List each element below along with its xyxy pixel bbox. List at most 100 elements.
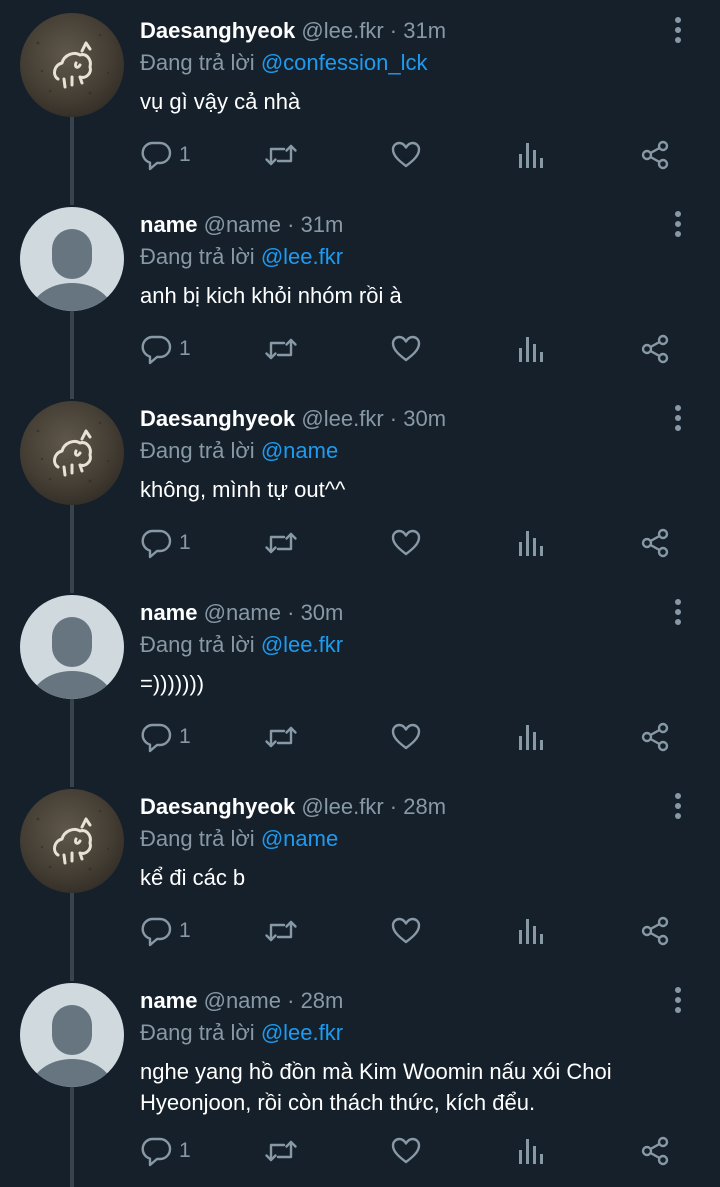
share-button[interactable]: [638, 329, 672, 369]
reply-count: 1: [179, 725, 191, 748]
mention-link[interactable]: @lee.fkr: [261, 1020, 343, 1045]
like-button[interactable]: [389, 329, 423, 369]
sketch-avatar[interactable]: [20, 401, 124, 505]
reply-button[interactable]: 1: [140, 329, 191, 369]
retweet-button[interactable]: [263, 911, 299, 951]
like-icon: [389, 526, 423, 560]
views-button[interactable]: [514, 329, 548, 369]
share-icon: [638, 720, 672, 754]
mention-link[interactable]: @lee.fkr: [261, 632, 343, 657]
reply-icon: [140, 526, 174, 560]
share-button[interactable]: [638, 135, 672, 175]
conversation-thread: Daesanghyeok @lee.fkr · 31m Đang trả lời…: [0, 0, 720, 1187]
sketch-avatar[interactable]: [20, 13, 124, 117]
tweet-text: kể đi các b: [140, 865, 246, 890]
tweet[interactable]: Daesanghyeok @lee.fkr · 31m Đang trả lời…: [0, 3, 720, 205]
mention-link[interactable]: @lee.fkr: [261, 244, 343, 269]
retweet-button[interactable]: [263, 1131, 299, 1171]
share-button[interactable]: [638, 523, 672, 563]
tweet-actions: 1: [0, 717, 720, 757]
retweet-button[interactable]: [263, 523, 299, 563]
timestamp[interactable]: 28m: [301, 988, 344, 1013]
reply-count: 1: [179, 1139, 191, 1162]
display-name[interactable]: name: [140, 600, 197, 625]
display-name[interactable]: name: [140, 212, 197, 237]
reply-button[interactable]: 1: [140, 911, 191, 951]
user-handle[interactable]: @lee.fkr: [301, 18, 383, 43]
mention-link[interactable]: @confession_lck: [261, 50, 428, 75]
more-options-icon[interactable]: [664, 16, 692, 46]
tweet-text: vụ gì vậy cả nhà: [140, 89, 301, 114]
retweet-button[interactable]: [263, 329, 299, 369]
reply-icon: [140, 138, 174, 172]
like-button[interactable]: [389, 523, 423, 563]
reply-count: 1: [179, 531, 191, 554]
reply-icon: [140, 1134, 174, 1168]
display-name[interactable]: Daesanghyeok: [140, 794, 295, 819]
default-avatar[interactable]: [20, 207, 124, 311]
tweet[interactable]: name @name · 28m Đang trả lời @lee.fkr n…: [0, 973, 720, 1187]
like-button[interactable]: [389, 717, 423, 757]
views-button[interactable]: [514, 1131, 548, 1171]
tweet-header: Daesanghyeok @lee.fkr · 31m: [140, 16, 446, 46]
views-button[interactable]: [514, 523, 548, 563]
share-button[interactable]: [638, 1131, 672, 1171]
reply-icon: [140, 332, 174, 366]
mention-link[interactable]: @name: [261, 826, 338, 851]
timestamp[interactable]: 28m: [403, 794, 446, 819]
share-button[interactable]: [638, 717, 672, 757]
more-options-icon[interactable]: [664, 792, 692, 822]
timestamp[interactable]: 30m: [301, 600, 344, 625]
reply-button[interactable]: 1: [140, 523, 191, 563]
tweet[interactable]: Daesanghyeok @lee.fkr · 28m Đang trả lời…: [0, 779, 720, 981]
like-icon: [389, 332, 423, 366]
reply-button[interactable]: 1: [140, 717, 191, 757]
retweet-icon: [263, 914, 299, 948]
default-avatar[interactable]: [20, 595, 124, 699]
like-button[interactable]: [389, 1131, 423, 1171]
like-icon: [389, 1134, 423, 1168]
user-handle[interactable]: @lee.fkr: [301, 406, 383, 431]
user-handle[interactable]: @name: [204, 988, 281, 1013]
reply-button[interactable]: 1: [140, 135, 191, 175]
views-button[interactable]: [514, 135, 548, 175]
retweet-button[interactable]: [263, 135, 299, 175]
replying-to: Đang trả lời @lee.fkr: [140, 242, 343, 272]
views-button[interactable]: [514, 717, 548, 757]
replying-to: Đang trả lời @lee.fkr: [140, 1018, 343, 1048]
display-name[interactable]: Daesanghyeok: [140, 406, 295, 431]
retweet-button[interactable]: [263, 717, 299, 757]
share-button[interactable]: [638, 911, 672, 951]
tweet[interactable]: Daesanghyeok @lee.fkr · 30m Đang trả lời…: [0, 391, 720, 593]
views-icon: [514, 138, 548, 172]
more-options-icon[interactable]: [664, 404, 692, 434]
more-options-icon[interactable]: [664, 210, 692, 240]
tweet[interactable]: name @name · 31m Đang trả lời @lee.fkr a…: [0, 197, 720, 399]
tweet-text: không, mình tự out^^: [140, 477, 346, 502]
more-options-icon[interactable]: [664, 986, 692, 1016]
default-avatar[interactable]: [20, 983, 124, 1087]
views-icon: [514, 332, 548, 366]
reply-count: 1: [179, 337, 191, 360]
tweet[interactable]: name @name · 30m Đang trả lời @lee.fkr =…: [0, 585, 720, 787]
tweet-actions: 1: [0, 329, 720, 369]
sketch-avatar[interactable]: [20, 789, 124, 893]
user-handle[interactable]: @lee.fkr: [301, 794, 383, 819]
user-handle[interactable]: @name: [204, 212, 281, 237]
replying-to-label: Đang trả lời: [140, 244, 255, 269]
display-name[interactable]: Daesanghyeok: [140, 18, 295, 43]
like-button[interactable]: [389, 135, 423, 175]
more-options-icon[interactable]: [664, 598, 692, 628]
timestamp[interactable]: 31m: [301, 212, 344, 237]
replying-to: Đang trả lời @name: [140, 436, 338, 466]
reply-button[interactable]: 1: [140, 1131, 191, 1171]
views-icon: [514, 720, 548, 754]
like-button[interactable]: [389, 911, 423, 951]
views-button[interactable]: [514, 911, 548, 951]
user-handle[interactable]: @name: [204, 600, 281, 625]
display-name[interactable]: name: [140, 988, 197, 1013]
mention-link[interactable]: @name: [261, 438, 338, 463]
timestamp[interactable]: 30m: [403, 406, 446, 431]
timestamp[interactable]: 31m: [403, 18, 446, 43]
retweet-icon: [263, 1134, 299, 1168]
